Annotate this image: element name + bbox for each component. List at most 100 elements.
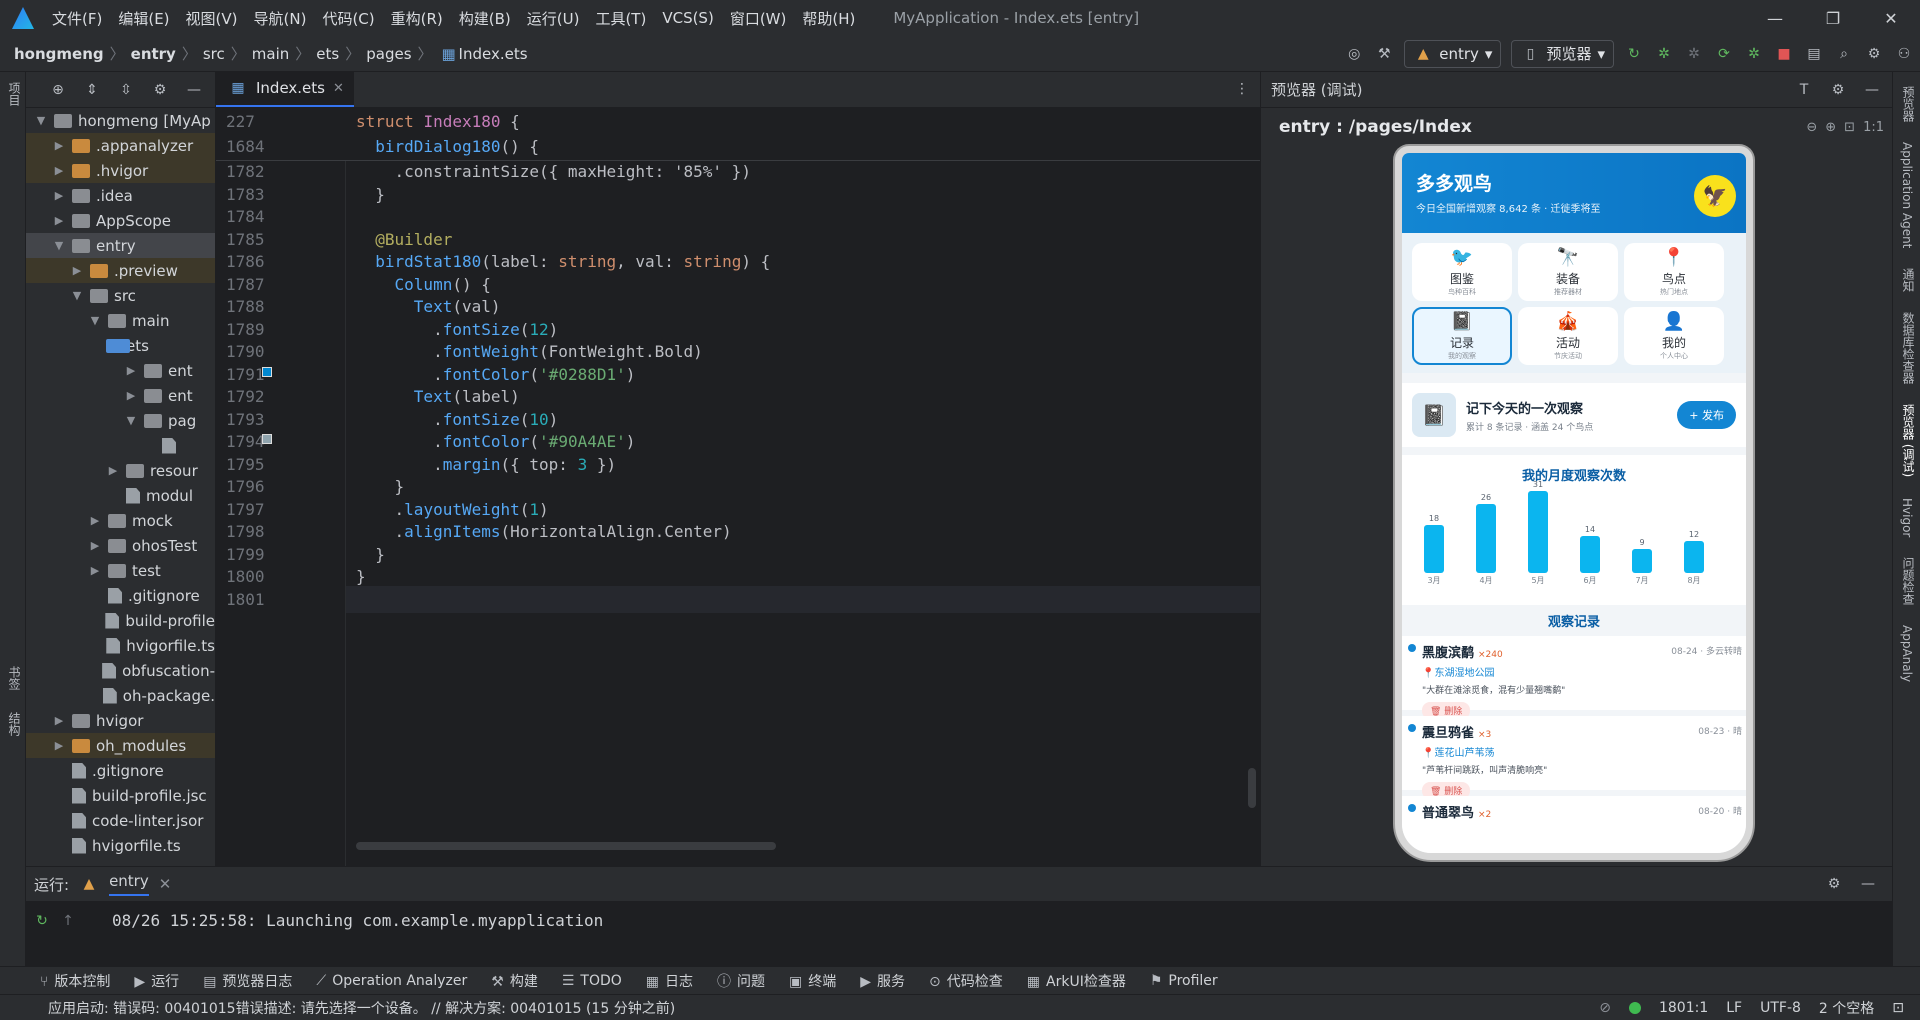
tree-item[interactable]: build-profile (26, 608, 215, 633)
gear-icon[interactable]: ⚙ (1824, 874, 1844, 894)
tree-item[interactable]: ▼ src (26, 283, 215, 308)
tool-project[interactable]: 项目 (6, 82, 23, 106)
tree-item[interactable]: obfuscation- (26, 658, 215, 683)
chevron-down-icon[interactable]: ▼ (124, 414, 138, 427)
tree-item[interactable]: ▶ ent (26, 383, 215, 408)
tree-item[interactable]: ▶ ent (26, 358, 215, 383)
status-ok-icon[interactable] (1628, 1001, 1641, 1014)
close-tab-icon[interactable]: ✕ (159, 875, 172, 893)
gear-icon[interactable]: ⚙ (150, 80, 170, 100)
tool-hvigor[interactable]: Hvigor (1900, 498, 1914, 537)
fit-icon[interactable]: ⊡ (1844, 120, 1855, 135)
font-size-icon[interactable]: T (1794, 80, 1814, 100)
tool-problems[interactable]: 问题检查 (1900, 557, 1917, 605)
tree-item[interactable]: ▶ AppScope (26, 208, 215, 233)
tree-item[interactable]: ▶ test (26, 558, 215, 583)
hammer-icon[interactable]: ⚒ (1374, 44, 1394, 64)
tree-item[interactable]: ▶ .preview (26, 258, 215, 283)
collapse-all-icon[interactable]: ⇳ (116, 80, 136, 100)
tree-item[interactable]: ▶ mock (26, 508, 215, 533)
tree-item[interactable]: ▶ .hvigor (26, 158, 215, 183)
tool-window-4[interactable]: ⚒ 构建 (491, 971, 538, 991)
menu-item[interactable]: 视图(V) (186, 8, 238, 29)
gear-icon[interactable]: ⚙ (1828, 80, 1848, 100)
horizontal-scrollbar[interactable] (356, 842, 776, 850)
tool-window-8[interactable]: ▣ 终端 (789, 971, 836, 991)
locate-icon[interactable]: ⊕ (48, 80, 68, 100)
vertical-scrollbar[interactable] (1248, 768, 1256, 808)
hide-icon[interactable]: — (184, 80, 204, 100)
breadcrumb-item[interactable]: src (203, 45, 225, 63)
tree-item[interactable]: hvigorfile.ts (26, 633, 215, 658)
hide-icon[interactable]: — (1862, 80, 1882, 100)
close-button[interactable]: ✕ (1862, 9, 1920, 28)
expand-all-icon[interactable]: ⇕ (82, 80, 102, 100)
tree-item[interactable]: .gitignore (26, 758, 215, 783)
zoom-out-icon[interactable]: ⊖ (1806, 120, 1817, 135)
breadcrumb-item[interactable]: hongmeng (14, 45, 104, 63)
chart-bar[interactable] (1632, 549, 1652, 573)
rerun-icon[interactable]: ↻ (1624, 44, 1644, 64)
tool-bookmarks[interactable]: 书签 (6, 666, 23, 690)
target-icon[interactable]: ◎ (1344, 44, 1364, 64)
chevron-right-icon[interactable]: ▶ (124, 364, 138, 377)
minimize-button[interactable]: — (1746, 9, 1804, 28)
tool-structure[interactable]: 结构 (6, 712, 23, 736)
chevron-right-icon[interactable]: ▶ (70, 264, 84, 277)
record-item[interactable]: 震旦鸦雀 ×3 08-23 · 晴 📍莲花山芦苇荡 "芦苇杆间跳跃，叫声清脆响亮" 🗑 删… (1402, 716, 1746, 799)
breadcrumb-item[interactable]: Index.ets (459, 45, 528, 63)
chevron-right-icon[interactable]: ▶ (52, 714, 66, 727)
no-sync-icon[interactable]: ⊘ (1599, 1000, 1611, 1016)
tree-item[interactable]: ▶ hvigor (26, 708, 215, 733)
tree-item[interactable]: ▼ hongmeng [MyAp (26, 108, 215, 133)
tool-previewer-debug[interactable]: 预览器 (调试) (1900, 404, 1917, 477)
chevron-right-icon[interactable]: ▶ (88, 514, 102, 527)
tree-item[interactable]: build-profile.jsc (26, 783, 215, 808)
record-item[interactable]: 黑腹滨鹬 ×240 08-24 · 多云转晴 📍东湖湿地公园 "大群在滩涂觅食，混有少量… (1402, 636, 1746, 719)
account-icon[interactable]: ⚇ (1894, 44, 1914, 64)
tool-window-11[interactable]: ▦ ArkUI检查器 (1027, 971, 1126, 991)
tool-window-12[interactable]: ⚑ Profiler (1150, 973, 1218, 989)
chevron-right-icon[interactable]: ▶ (52, 214, 66, 227)
menu-item[interactable]: 帮助(H) (802, 8, 855, 29)
device-manager-icon[interactable]: ▤ (1804, 44, 1824, 64)
feature-tile[interactable]: 🎪 活动 节庆活动 (1518, 307, 1618, 365)
feature-tile[interactable]: 🐦 图鉴 鸟种百科 (1412, 243, 1512, 301)
chevron-right-icon[interactable]: ▶ (52, 739, 66, 752)
color-swatch-icon[interactable] (262, 366, 272, 377)
tool-window-1[interactable]: ▶ 运行 (134, 971, 179, 991)
tab-index-ets[interactable]: ▦ Index.ets ✕ (216, 71, 354, 107)
feature-tile[interactable]: 📓 记录 我的观察 (1412, 307, 1512, 365)
chevron-right-icon[interactable]: ▶ (106, 464, 120, 477)
tree-item[interactable]: ▼ pag (26, 408, 215, 433)
bird-badge-icon[interactable]: 🦅 (1694, 175, 1736, 217)
tree-item[interactable]: ▶ .idea (26, 183, 215, 208)
tree-item[interactable]: hvigorfile.ts (26, 833, 215, 858)
tool-notifications[interactable]: 通知 (1900, 268, 1917, 292)
menu-item[interactable]: 导航(N) (254, 8, 307, 29)
tool-application-agent[interactable]: Application Agent (1900, 142, 1914, 248)
hide-icon[interactable]: — (1858, 874, 1878, 894)
breadcrumb-item[interactable]: ets (316, 45, 339, 63)
menu-item[interactable]: 重构(R) (391, 8, 443, 29)
menu-item[interactable]: 运行(U) (527, 8, 580, 29)
chevron-right-icon[interactable]: ▶ (52, 189, 66, 202)
tool-previewer[interactable]: 预览器 (1900, 86, 1917, 122)
tree-item[interactable]: code-linter.jsor (26, 808, 215, 833)
status-message[interactable]: 应用启动: 错误码: 00401015错误描述: 请先选择一个设备。 // 解决… (48, 998, 675, 1018)
tool-window-0[interactable]: ⑂ 版本控制 (40, 971, 110, 991)
attach-icon[interactable]: ✲ (1684, 44, 1704, 64)
tool-window-3[interactable]: ⟋ Operation Analyzer (316, 973, 467, 989)
tool-window-6[interactable]: ▦ 日志 (646, 971, 693, 991)
tree-item[interactable]: ▼ets (26, 333, 215, 358)
scroll-up-icon[interactable]: ↑ (58, 911, 78, 931)
search-icon[interactable]: ⌕ (1834, 44, 1854, 64)
record-item[interactable]: 普通翠鸟 ×2 08-20 · 晴 (1402, 796, 1746, 853)
tool-window-10[interactable]: ⊙ 代码检查 (929, 971, 1003, 991)
menu-item[interactable]: 构建(B) (459, 8, 511, 29)
tree-item[interactable]: ▶ ohosTest (26, 533, 215, 558)
tool-window-9[interactable]: ▶ 服务 (860, 971, 905, 991)
chevron-down-icon[interactable]: ▼ (70, 289, 84, 302)
tree-item[interactable]: oh-package. (26, 683, 215, 708)
chevron-right-icon[interactable]: ▶ (88, 539, 102, 552)
